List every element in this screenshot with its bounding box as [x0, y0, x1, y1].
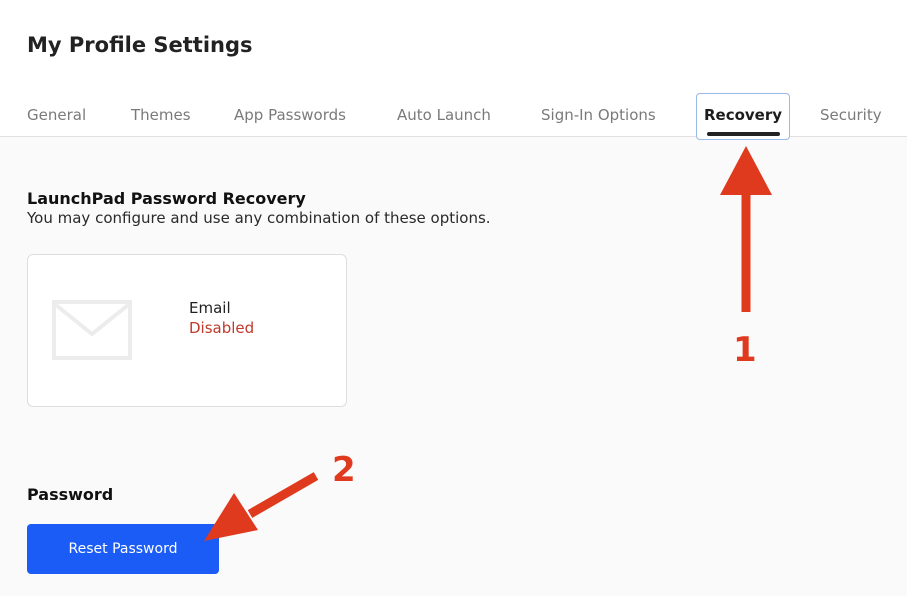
- arrow-up-annotation: [720, 146, 772, 312]
- page-title: My Profile Settings: [27, 33, 253, 57]
- tab-auto-launch[interactable]: Auto Launch: [397, 106, 491, 124]
- password-section-label: Password: [27, 485, 114, 504]
- step-1-label: 1: [733, 330, 757, 370]
- tab-general[interactable]: General: [27, 106, 86, 124]
- tab-recovery[interactable]: Recovery: [696, 93, 790, 140]
- tab-sign-in-options[interactable]: Sign-In Options: [541, 106, 656, 124]
- recovery-heading: LaunchPad Password Recovery: [27, 189, 306, 208]
- tab-app-passwords[interactable]: App Passwords: [234, 106, 346, 124]
- tab-recovery-label: Recovery: [703, 106, 783, 124]
- arrow-left-annotation: [204, 472, 319, 541]
- envelope-icon: [52, 300, 132, 360]
- email-option-name: Email: [189, 299, 231, 317]
- recovery-description: You may configure and use any combinatio…: [27, 209, 491, 227]
- tab-themes[interactable]: Themes: [131, 106, 191, 124]
- email-option-status: Disabled: [189, 319, 255, 337]
- reset-password-button[interactable]: Reset Password: [27, 524, 219, 574]
- tab-security[interactable]: Security: [820, 106, 882, 124]
- email-recovery-card[interactable]: Email Disabled: [27, 254, 347, 407]
- step-2-label: 2: [332, 450, 356, 490]
- active-tab-indicator: [707, 132, 780, 136]
- settings-header: My Profile Settings General Themes App P…: [0, 0, 907, 140]
